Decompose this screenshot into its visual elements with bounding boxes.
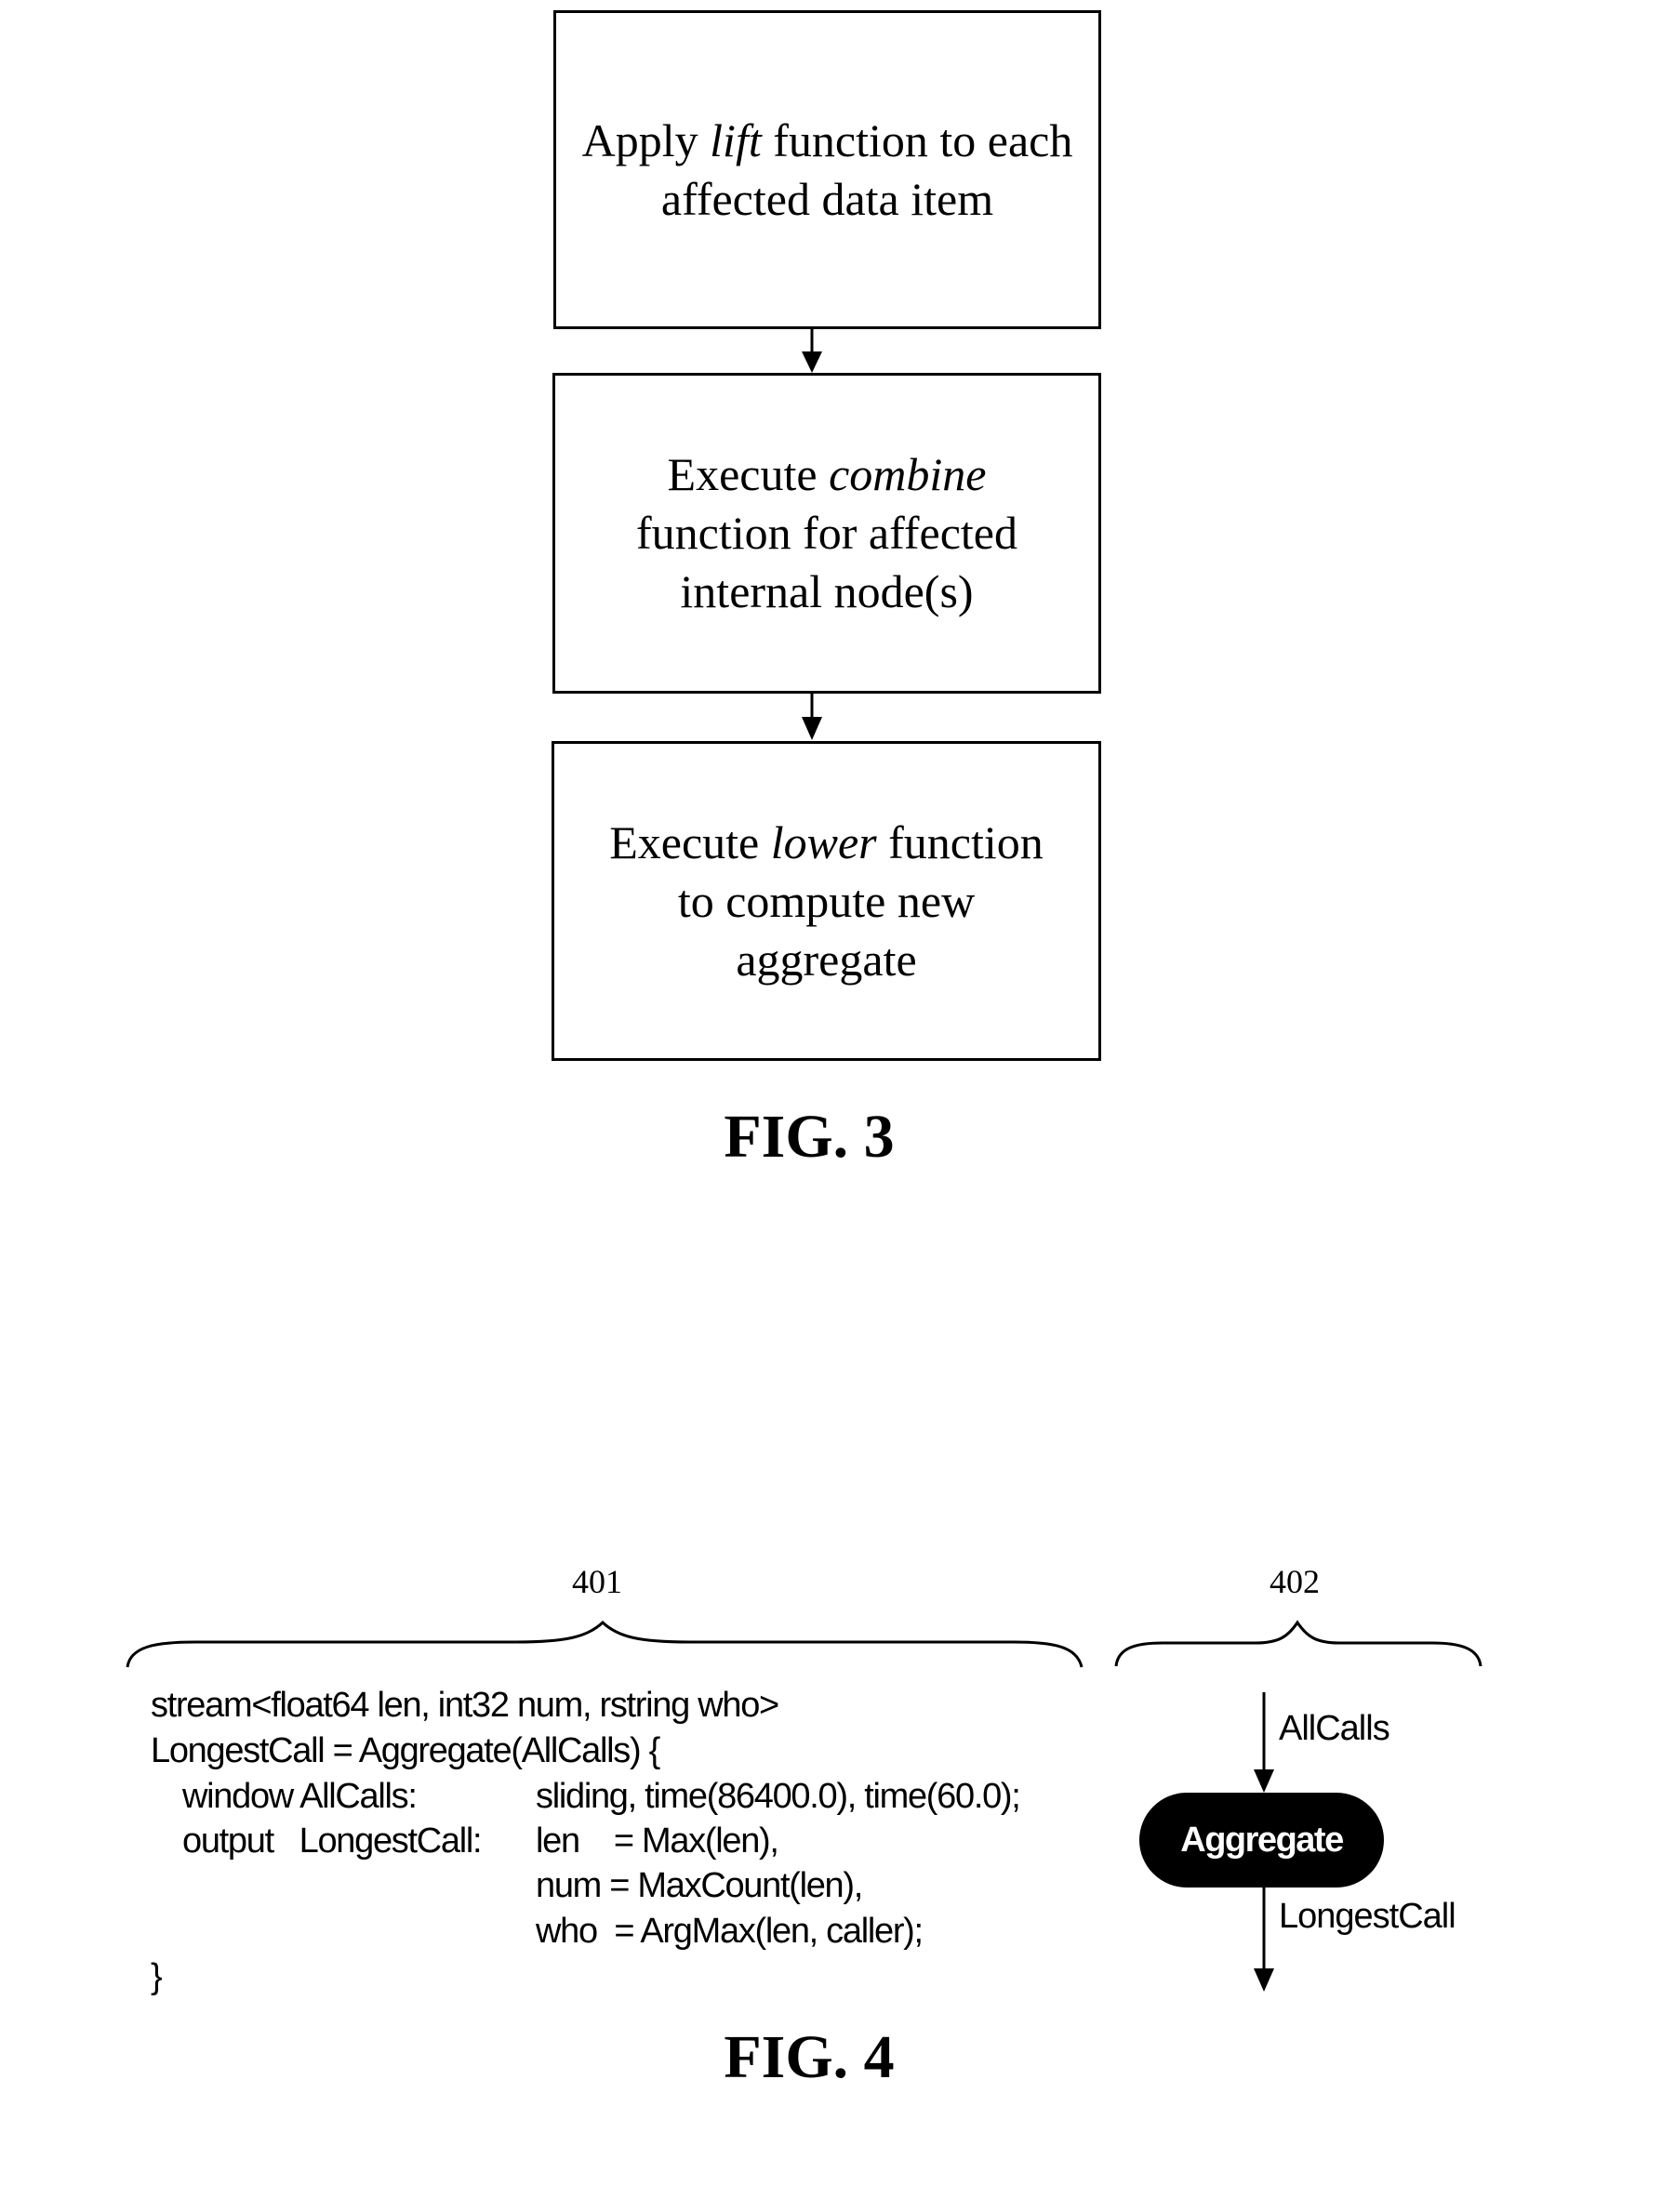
output-stream-arrowhead	[1254, 1968, 1274, 1992]
arrowhead-step1-to-step2	[802, 351, 822, 373]
input-stream-arrowhead	[1254, 1769, 1274, 1793]
brace-402	[1114, 1620, 1483, 1667]
brace-401	[126, 1620, 1084, 1668]
connectors-layer	[126, 329, 1483, 1992]
arrowhead-step2-to-step3	[802, 717, 822, 740]
